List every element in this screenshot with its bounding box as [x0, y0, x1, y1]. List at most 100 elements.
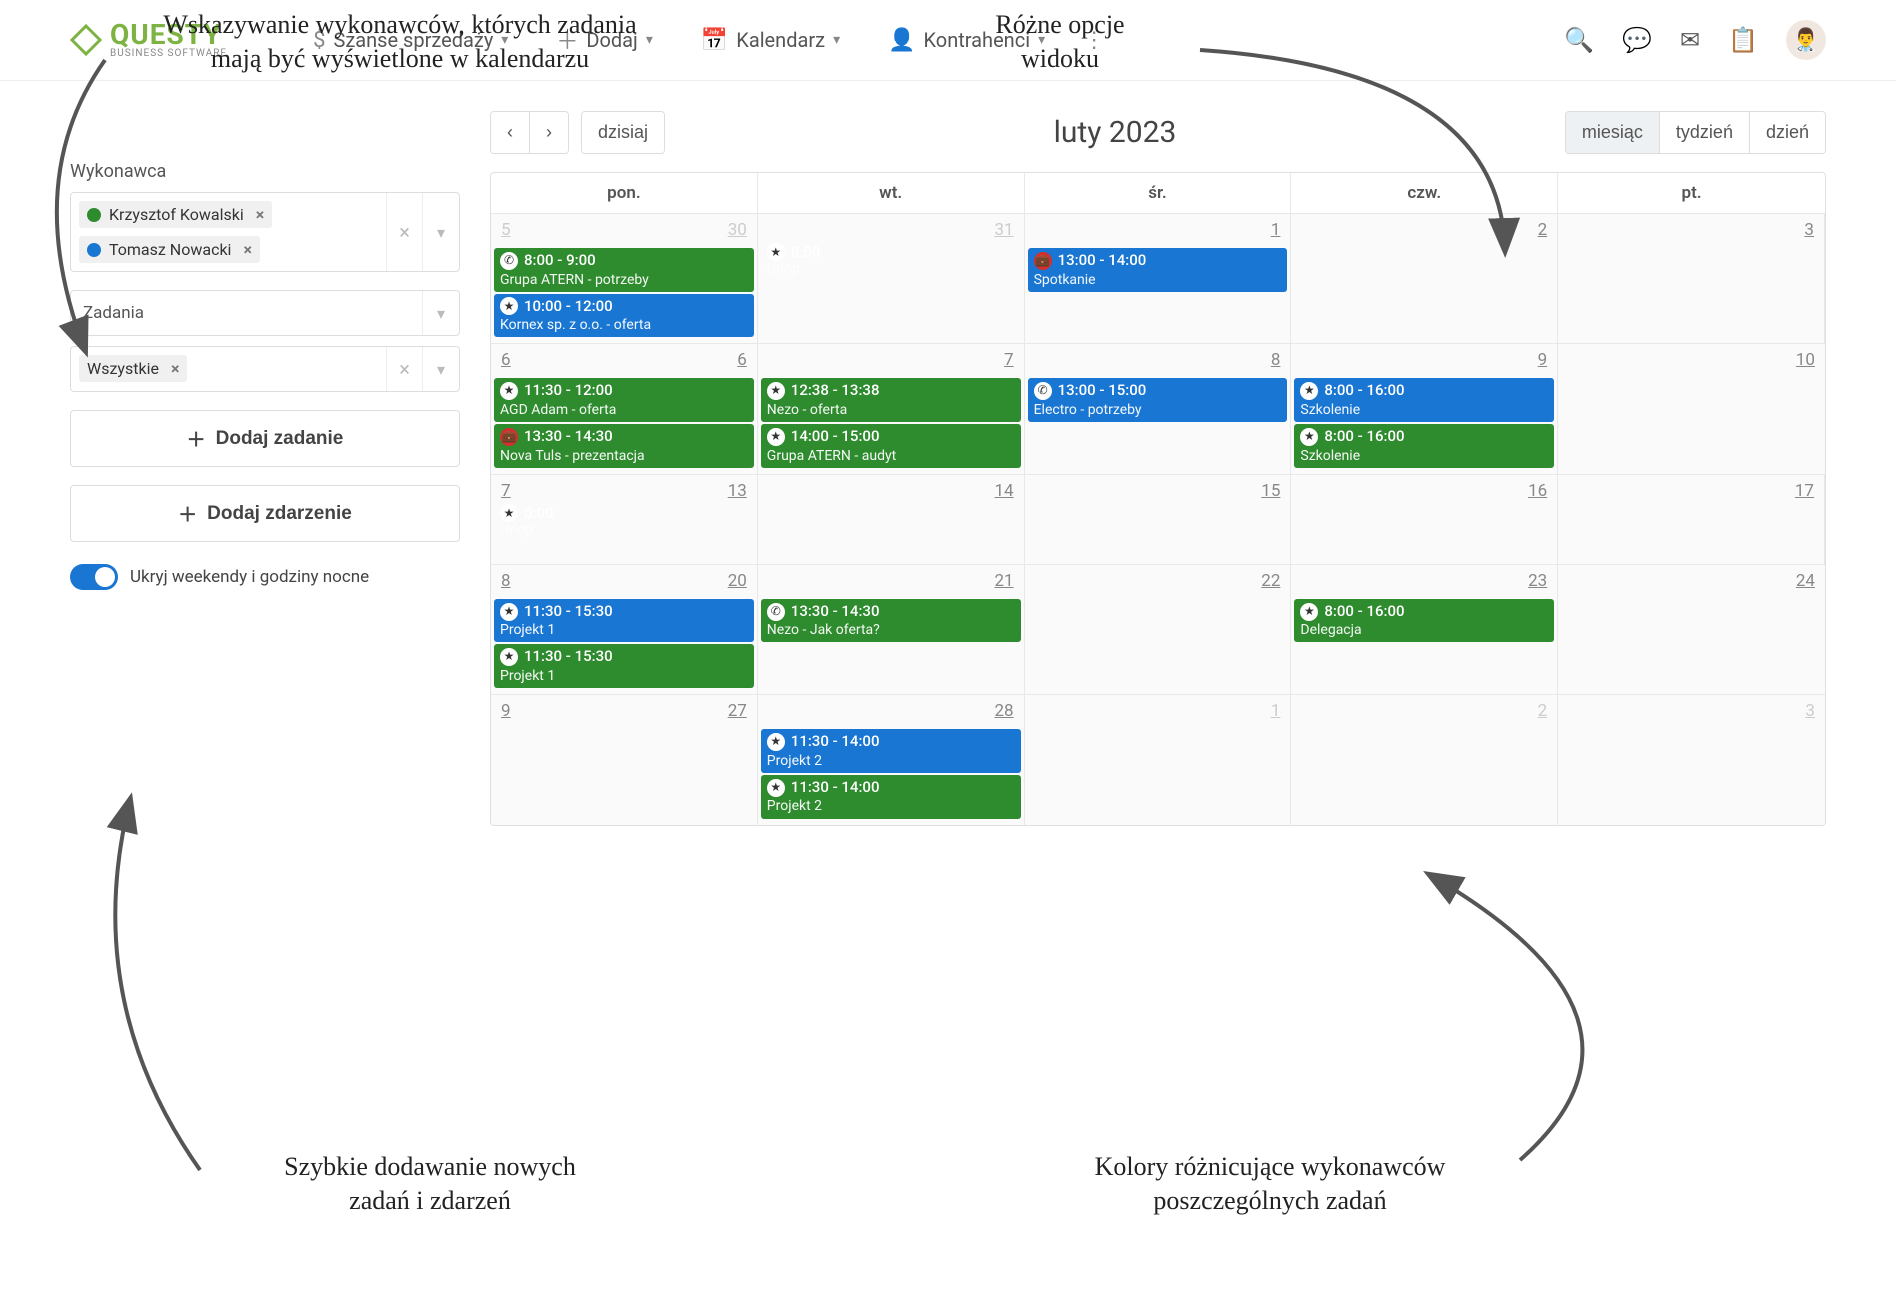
chevron-down-icon[interactable]: ▾ — [422, 291, 459, 335]
star-icon: ★ — [767, 382, 785, 400]
view-month-button[interactable]: miesiąc — [1566, 112, 1659, 153]
calendar-week: 530✆8:00 - 9:00Grupa ATERN - potrzeby★10… — [491, 213, 1825, 343]
calendar-day[interactable]: 28★11:30 - 14:00Projekt 2★11:30 - 14:00P… — [758, 695, 1025, 824]
next-button[interactable]: › — [529, 112, 568, 153]
calendar-day[interactable]: 23★8:00 - 16:00Delegacja — [1291, 565, 1558, 694]
calendar-event[interactable]: ★14:00 - 15:00Grupa ATERN - audyt — [761, 424, 1021, 468]
view-day-button[interactable]: dzień — [1749, 112, 1825, 153]
top-navigation: QUESTY BUSINESS SOFTWARE $Szanse sprzeda… — [0, 0, 1896, 81]
calendar-event[interactable]: ★8:00 - 16:00Szkolenie — [1294, 378, 1554, 422]
clipboard-icon[interactable]: 📋 — [1728, 26, 1758, 54]
calendar-event[interactable]: ★11:30 - 12:00AGD Adam - oferta — [494, 378, 754, 422]
nav-sales[interactable]: $Szanse sprzedaży▾ — [303, 22, 518, 59]
case-icon: 💼 — [500, 428, 518, 446]
calendar-event[interactable]: ★11:30 - 15:30Projekt 1 — [494, 644, 754, 688]
calendar-event[interactable]: ★11:30 - 14:00Projekt 2 — [761, 775, 1021, 819]
calendar-event[interactable]: ✆13:30 - 14:30Nezo - Jak oferta? — [761, 599, 1021, 643]
calendar-day[interactable]: 66★11:30 - 12:00AGD Adam - oferta💼13:30 … — [491, 344, 758, 473]
chat-icon[interactable]: 💬 — [1622, 26, 1652, 54]
star-icon: ★ — [500, 603, 518, 621]
clear-icon[interactable]: × — [387, 220, 422, 244]
calendar-day[interactable]: 24 — [1558, 565, 1825, 694]
calendar-grid: pon.wt.śr.czw.pt. 530✆8:00 - 9:00Grupa A… — [490, 172, 1826, 826]
star-icon: ★ — [1300, 382, 1318, 400]
logo-brand: QUESTY — [110, 21, 227, 49]
logo[interactable]: QUESTY BUSINESS SOFTWARE — [70, 21, 227, 59]
day-header: czw. — [1291, 173, 1558, 213]
nav-calendar[interactable]: 📅Kalendarz▾ — [691, 22, 850, 59]
star-icon: ★ — [767, 428, 785, 446]
hide-weekends-toggle[interactable] — [70, 564, 118, 590]
day-header: pon. — [491, 173, 758, 213]
phone-icon: ✆ — [1034, 382, 1052, 400]
add-event-button[interactable]: ＋Dodaj zdarzenie — [70, 485, 460, 542]
remove-tag-icon[interactable]: × — [243, 240, 252, 259]
remove-tag-icon[interactable]: × — [256, 205, 265, 224]
plus-icon: ＋ — [556, 24, 578, 56]
calendar-event[interactable]: ✆8:00 - 9:00Grupa ATERN - potrzeby — [494, 248, 754, 292]
calendar-week: 92728★11:30 - 14:00Projekt 2★11:30 - 14:… — [491, 694, 1825, 824]
tag-all: Wszystkie × — [79, 355, 187, 382]
calendar-day[interactable]: 530✆8:00 - 9:00Grupa ATERN - potrzeby★10… — [491, 214, 758, 343]
calendar-event[interactable]: 💼13:30 - 14:30Nova Tuls - prezentacja — [494, 424, 754, 468]
person-icon: 👤 — [888, 28, 915, 53]
nav-action-icons: 🔍 💬 ✉ 📋 👨‍⚕️ — [1564, 20, 1826, 60]
day-header: śr. — [1025, 173, 1292, 213]
calendar-event[interactable]: ✆13:00 - 15:00Electro - potrzeby — [1028, 378, 1288, 422]
hide-weekends-row: Ukryj weekendy i godziny nocne — [70, 564, 460, 590]
chevron-down-icon[interactable]: ▾ — [422, 347, 459, 391]
chevron-down-icon: ▾ — [833, 32, 840, 48]
calendar-event[interactable]: ★12:38 - 13:38Nezo - oferta — [761, 378, 1021, 422]
star-icon: ★ — [500, 382, 518, 400]
calendar-event-span[interactable]: ★0:00Urlop — [761, 240, 1822, 280]
more-icon[interactable]: ⋮ — [1083, 28, 1105, 53]
remove-tag-icon[interactable]: × — [171, 359, 180, 378]
calendar-event[interactable]: ★10:00 - 12:00Kornex sp. z o.o. - oferta — [494, 294, 754, 338]
star-icon: ★ — [767, 733, 785, 751]
calendar-day[interactable]: 1 — [1025, 695, 1292, 824]
nav-add[interactable]: ＋Dodaj▾ — [546, 18, 663, 62]
calendar-event[interactable]: ★8:00 - 16:00Delegacja — [1294, 599, 1554, 643]
star-icon: ★ — [1300, 603, 1318, 621]
prev-button[interactable]: ‹ — [491, 112, 529, 153]
calendar-icon: 📅 — [701, 28, 728, 53]
chevron-down-icon: ▾ — [646, 32, 653, 48]
calendar-week: 820★11:30 - 15:30Projekt 1★11:30 - 15:30… — [491, 564, 1825, 694]
phone-icon: ✆ — [767, 603, 785, 621]
calendar-day[interactable]: 21✆13:30 - 14:30Nezo - Jak oferta? — [758, 565, 1025, 694]
calendar-event[interactable]: ★11:30 - 14:00Projekt 2 — [761, 729, 1021, 773]
calendar-event[interactable]: ★8:00 - 16:00Szkolenie — [1294, 424, 1554, 468]
view-week-button[interactable]: tydzień — [1659, 112, 1749, 153]
star-icon: ★ — [1300, 428, 1318, 446]
sidebar: Wykonawca Krzysztof Kowalski×Tomasz Nowa… — [70, 111, 460, 826]
calendar-day[interactable]: 10 — [1558, 344, 1825, 473]
dollar-icon: $ — [313, 28, 325, 53]
add-task-button[interactable]: ＋Dodaj zadanie — [70, 410, 460, 467]
mail-icon[interactable]: ✉ — [1680, 26, 1700, 54]
search-icon[interactable]: 🔍 — [1564, 26, 1594, 54]
star-icon: ★ — [767, 779, 785, 797]
avatar[interactable]: 👨‍⚕️ — [1786, 20, 1826, 60]
tasks-type-select[interactable]: Zadania ▾ — [70, 290, 460, 336]
calendar-event[interactable]: ★11:30 - 15:30Projekt 1 — [494, 599, 754, 643]
calendar-day[interactable]: 927 — [491, 695, 758, 824]
calendar-day[interactable]: 820★11:30 - 15:30Projekt 1★11:30 - 15:30… — [491, 565, 758, 694]
calendar-day[interactable]: 7★12:38 - 13:38Nezo - oferta★14:00 - 15:… — [758, 344, 1025, 473]
calendar-day[interactable]: 8✆13:00 - 15:00Electro - potrzeby — [1025, 344, 1292, 473]
calendar-day[interactable]: 3 — [1558, 695, 1825, 824]
executor-select[interactable]: Krzysztof Kowalski×Tomasz Nowacki× × ▾ — [70, 192, 460, 272]
executor-tag: Krzysztof Kowalski× — [79, 201, 272, 228]
view-switch: miesiąc tydzień dzień — [1565, 111, 1826, 154]
calendar: ‹ › dzisiaj luty 2023 miesiąc tydzień dz… — [490, 111, 1826, 826]
calendar-day[interactable]: 9★8:00 - 16:00Szkolenie★8:00 - 16:00Szko… — [1291, 344, 1558, 473]
star-icon: ★ — [767, 243, 785, 261]
chevron-down-icon[interactable]: ▾ — [422, 193, 459, 271]
tasks-filter-select[interactable]: Wszystkie × × ▾ — [70, 346, 460, 392]
star-icon: ★ — [500, 648, 518, 666]
today-button[interactable]: dzisiaj — [582, 112, 664, 153]
calendar-day[interactable]: 22 — [1025, 565, 1292, 694]
calendar-event-span[interactable]: ★0:00Urlop — [494, 501, 1822, 541]
clear-icon[interactable]: × — [387, 357, 422, 381]
nav-contractors[interactable]: 👤Kontrahenci▾ — [878, 22, 1055, 59]
calendar-day[interactable]: 2 — [1291, 695, 1558, 824]
